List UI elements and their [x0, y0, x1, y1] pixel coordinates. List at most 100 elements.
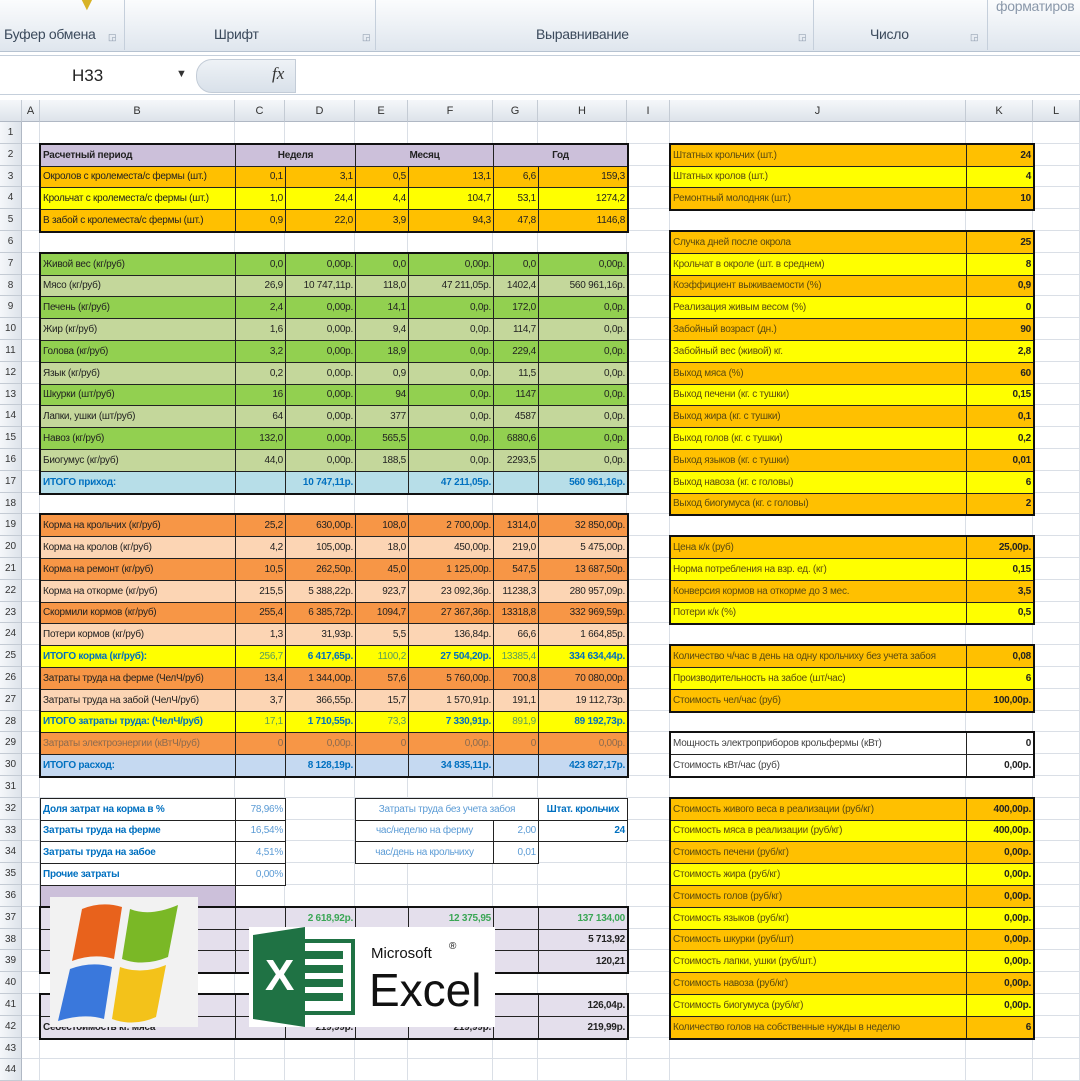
value-cell[interactable]: 104,7 — [408, 187, 494, 211]
value-cell[interactable]: 9,4 — [355, 318, 409, 341]
value-cell[interactable]: 94 — [355, 383, 409, 407]
row-label[interactable]: Живой вес (кг/руб) — [40, 252, 236, 276]
value-cell[interactable] — [355, 754, 409, 777]
param-label[interactable]: Стоимость шкурки (руб/шт) — [670, 928, 967, 952]
value-cell[interactable]: 560 961,16р. — [538, 274, 628, 298]
value-cell[interactable]: 6 417,65р. — [285, 645, 356, 668]
row-header-10[interactable]: 10 — [0, 318, 22, 340]
value-cell[interactable]: 560 961,16р. — [538, 470, 628, 494]
value-cell[interactable]: 1,3 — [235, 623, 286, 647]
ribbon-group-number[interactable]: Число — [870, 26, 909, 42]
value-cell[interactable]: 5,5 — [355, 623, 409, 647]
value-cell[interactable]: 108,0 — [355, 514, 409, 538]
param-value[interactable]: 2,8 — [966, 340, 1034, 363]
param-value[interactable]: 0,5 — [966, 601, 1034, 625]
row-header-19[interactable]: 19 — [0, 514, 22, 537]
value-cell[interactable]: 0,5 — [355, 165, 409, 189]
value-cell[interactable]: 13,4 — [235, 667, 286, 690]
value-cell[interactable]: 22,0 — [285, 209, 356, 232]
row-header-25[interactable]: 25 — [0, 645, 22, 667]
value-cell[interactable]: 34 835,11р. — [408, 754, 494, 777]
value-cell[interactable]: 891,9 — [493, 710, 539, 734]
row-header-6[interactable]: 6 — [0, 231, 22, 253]
value-cell[interactable]: 94,3 — [408, 209, 494, 232]
value-cell[interactable] — [235, 754, 286, 777]
param-label[interactable]: Стоимость живого веса в реализации (руб/… — [670, 797, 967, 821]
row-label[interactable]: Шкурки (шт/руб) — [40, 383, 236, 407]
value-cell[interactable]: 25,2 — [235, 514, 286, 538]
row-label[interactable]: Печень (кг/руб) — [40, 296, 236, 320]
function-icon[interactable]: fx — [272, 64, 284, 84]
param-label[interactable]: Стоимость навоза (руб/кг) — [670, 972, 967, 995]
value-cell[interactable]: 89 192,73р. — [538, 710, 628, 734]
value-cell[interactable]: 5 760,00р. — [408, 667, 494, 690]
value-cell[interactable]: 0,00р. — [285, 405, 356, 429]
row-header-26[interactable]: 26 — [0, 667, 22, 689]
row-header-32[interactable]: 32 — [0, 797, 22, 820]
param-label[interactable]: Выход печени (кг. с тушки) — [670, 383, 967, 407]
value-cell[interactable]: 137 134,00 — [538, 906, 628, 930]
row-label[interactable]: Корма на ремонт (кг/руб) — [40, 558, 236, 581]
row-header-28[interactable]: 28 — [0, 710, 22, 733]
column-header-J[interactable]: J — [670, 100, 966, 122]
param-label[interactable]: Стоимость мяса в реализации (руб/кг) — [670, 819, 967, 843]
value-cell[interactable]: 923,7 — [355, 579, 409, 603]
param-value[interactable]: 0,15 — [966, 383, 1034, 407]
value-cell[interactable]: 0,0р. — [538, 361, 628, 385]
chevron-down-icon[interactable]: ▼ — [176, 68, 187, 80]
row-header-17[interactable]: 17 — [0, 470, 22, 493]
param-value[interactable]: 2 — [966, 492, 1034, 516]
select-all-corner[interactable] — [0, 100, 22, 122]
value-cell[interactable]: 5 475,00р. — [538, 536, 628, 559]
row-header-42[interactable]: 42 — [0, 1015, 22, 1038]
value-cell[interactable] — [493, 906, 539, 930]
row-label[interactable]: Расчетный период — [40, 143, 236, 167]
row-header-37[interactable]: 37 — [0, 906, 22, 929]
value-cell[interactable]: 188,5 — [355, 449, 409, 472]
value-cell[interactable]: 0,0р. — [538, 318, 628, 341]
value-cell[interactable]: 1 570,91р. — [408, 688, 494, 712]
value-cell[interactable]: 377 — [355, 405, 409, 429]
value-cell[interactable]: 26,9 — [235, 274, 286, 298]
param-label[interactable]: Стоимость кВт/час (руб) — [670, 754, 967, 777]
row-label[interactable]: Крольчат с кролеместа/с фермы (шт.) — [40, 187, 236, 211]
row-label[interactable]: ИТОГО корма (кг/руб): — [40, 645, 236, 668]
row-label[interactable]: ИТОГО приход: — [40, 470, 236, 494]
value-cell[interactable]: 1146,8 — [538, 209, 628, 232]
param-label[interactable]: Конверсия кормов на откорме до 3 мес. — [670, 579, 967, 603]
row-label[interactable]: Окролов с кролеместа/с фермы (шт.) — [40, 165, 236, 189]
value-cell[interactable]: 547,5 — [493, 558, 539, 581]
param-value[interactable]: 0 — [966, 296, 1034, 320]
row-header-29[interactable]: 29 — [0, 732, 22, 755]
value-cell[interactable]: 13385,4 — [493, 645, 539, 668]
value-cell[interactable]: 6880,6 — [493, 427, 539, 450]
value-cell[interactable]: 630,00р. — [285, 514, 356, 538]
clipboard-launcher-icon[interactable]: ◲ — [108, 32, 117, 43]
param-label[interactable]: Выход биогумуса (кг. с головы) — [670, 492, 967, 516]
row-header-8[interactable]: 8 — [0, 274, 22, 297]
value-cell[interactable]: 0,00р. — [285, 383, 356, 407]
value-cell[interactable]: 47 211,05р. — [408, 274, 494, 298]
value-cell[interactable]: 0,0р. — [538, 449, 628, 472]
param-value[interactable]: 90 — [966, 318, 1034, 341]
param-value[interactable]: 0,9 — [966, 274, 1034, 298]
param-label[interactable]: Случка дней после окрола — [670, 231, 967, 254]
value-cell[interactable]: 23 092,36р. — [408, 579, 494, 603]
ribbon-group-clipboard[interactable]: Буфер обмена — [4, 26, 96, 42]
alignment-launcher-icon[interactable]: ◲ — [798, 32, 807, 43]
row-header-5[interactable]: 5 — [0, 209, 22, 231]
value-cell[interactable]: 0,0 — [235, 252, 286, 276]
share-label[interactable]: Затраты труда на ферме — [40, 819, 236, 843]
value-cell[interactable] — [493, 994, 539, 1017]
value-cell[interactable]: 57,6 — [355, 667, 409, 690]
row-header-35[interactable]: 35 — [0, 863, 22, 885]
param-value[interactable]: 0,08 — [966, 645, 1034, 668]
param-value[interactable]: 400,00р. — [966, 797, 1034, 821]
param-label[interactable]: Выход жира (кг. с тушки) — [670, 405, 967, 429]
param-label[interactable]: Коэффициент выживаемости (%) — [670, 274, 967, 298]
value-cell[interactable]: 280 957,09р. — [538, 579, 628, 603]
row-header-12[interactable]: 12 — [0, 361, 22, 384]
value-cell[interactable]: 0,9 — [235, 209, 286, 232]
value-cell[interactable]: 13,1 — [408, 165, 494, 189]
value-cell[interactable]: 1 664,85р. — [538, 623, 628, 647]
